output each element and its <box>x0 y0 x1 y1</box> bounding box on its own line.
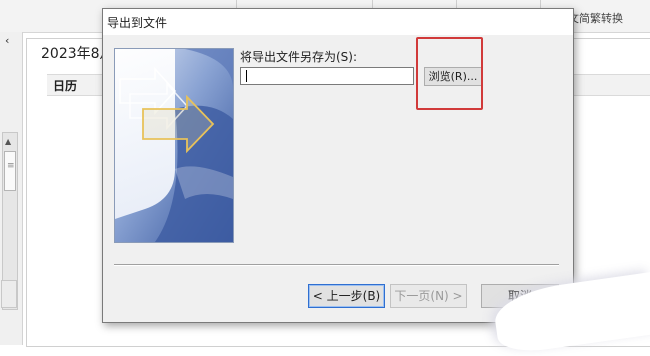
dialog-title: 导出到文件 <box>107 16 168 30</box>
back-button[interactable]: < 上一步(B) <box>308 284 385 308</box>
scrollbar-thumb[interactable]: ≡ <box>4 151 16 191</box>
dialog-titlebar[interactable]: 导出到文件 <box>103 9 573 35</box>
highlight-annotation-box <box>416 37 483 110</box>
calendar-header-label: 日历 <box>53 79 78 93</box>
filename-input[interactable] <box>240 67 414 85</box>
left-navigation-strip: ‹ ▲ ≡ ▼ <box>0 32 23 345</box>
ribbon-chinese-conversion-button[interactable]: 文简繁转换 <box>568 10 623 26</box>
scroll-up-arrow-icon[interactable]: ▲ <box>5 137 11 146</box>
next-button[interactable]: 下一页(N) > <box>390 284 467 308</box>
dialog-divider <box>114 264 559 266</box>
export-to-file-dialog: 导出到文件 将导出文件另存为(S): 浏览(R)... < 上一步(B) 下一页… <box>102 8 574 323</box>
left-panel-box <box>1 280 17 308</box>
save-as-label: 将导出文件另存为(S): <box>240 50 358 64</box>
grip-icon: ≡ <box>7 161 15 171</box>
wizard-illustration <box>114 48 234 243</box>
wizard-arrows-graphic <box>115 49 233 242</box>
text-cursor <box>246 70 247 82</box>
collapse-chevron-icon[interactable]: ‹ <box>5 34 9 47</box>
